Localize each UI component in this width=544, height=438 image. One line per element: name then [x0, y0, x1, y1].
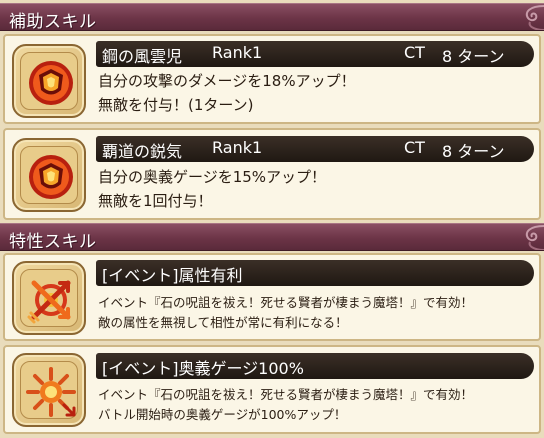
support-skills-header: 補助スキル: [0, 3, 544, 31]
skill-rank: Rank1: [212, 138, 263, 157]
skill-ct-value: 8 ターン: [442, 47, 505, 66]
scroll-curl-icon: [525, 5, 544, 30]
skill-ct-value: 8 ターン: [442, 142, 505, 161]
trait-skills-title: 特性スキル: [9, 232, 97, 251]
skill-ct-label: CT: [404, 138, 425, 157]
skill-description-line-1: イベント『石の呪詛を祓え！死せる賢者が棲まう魔塔！』で有効！: [98, 387, 474, 402]
skill-name: [イベント]奥義ゲージ100%: [102, 359, 304, 378]
skill-description-line-2: 無敵を付与！(1ターン): [98, 96, 254, 114]
scroll-curl-icon: [525, 225, 544, 250]
skill-ct-label: CT: [404, 43, 425, 62]
skill-name: 鋼の風雲児: [102, 47, 183, 66]
skill-description-line-2: 無敵を1回付与！: [98, 192, 213, 210]
sunburst-arrow-icon: [12, 353, 86, 427]
skill-description-line-1: 自分の奥義ゲージを15%アップ！: [98, 168, 327, 186]
support-skill-card-2[interactable]: 覇道の鋭気 Rank1 CT 8 ターン 自分の奥義ゲージを15%アップ！ 無敵…: [3, 128, 541, 220]
skill-description-line-1: イベント『石の呪詛を祓え！死せる賢者が棲まう魔塔！』で有効！: [98, 295, 474, 310]
skill-name: 覇道の鋭気: [102, 142, 183, 161]
skill-title-bar: [イベント]属性有利: [96, 260, 534, 286]
skill-title-bar: [イベント]奥義ゲージ100%: [96, 353, 534, 379]
fire-shield-icon: [12, 44, 86, 118]
trait-skill-card-1[interactable]: [イベント]属性有利 イベント『石の呪詛を祓え！死せる賢者が棲まう魔塔！』で有効…: [3, 253, 541, 341]
skill-name: [イベント]属性有利: [102, 266, 243, 285]
fire-shield-icon: [12, 138, 86, 212]
trait-skill-card-2[interactable]: [イベント]奥義ゲージ100% イベント『石の呪詛を祓え！死せる賢者が棲まう魔塔…: [3, 345, 541, 434]
skill-title-bar: 覇道の鋭気 Rank1 CT 8 ターン: [96, 136, 534, 162]
trait-skills-header: 特性スキル: [0, 223, 544, 251]
skill-description-line-2: 敵の属性を無視して相性が常に有利になる！: [98, 315, 348, 330]
skill-rank: Rank1: [212, 43, 263, 62]
skill-description-line-1: 自分の攻撃のダメージを18%アップ！: [98, 72, 356, 90]
skill-description-line-2: バトル開始時の奥義ゲージが100%アップ！: [98, 407, 347, 422]
support-skills-title: 補助スキル: [9, 12, 97, 31]
crossed-arrows-icon: [12, 261, 86, 335]
skill-title-bar: 鋼の風雲児 Rank1 CT 8 ターン: [96, 41, 534, 67]
support-skill-card-1[interactable]: 鋼の風雲児 Rank1 CT 8 ターン 自分の攻撃のダメージを18%アップ！ …: [3, 34, 541, 124]
